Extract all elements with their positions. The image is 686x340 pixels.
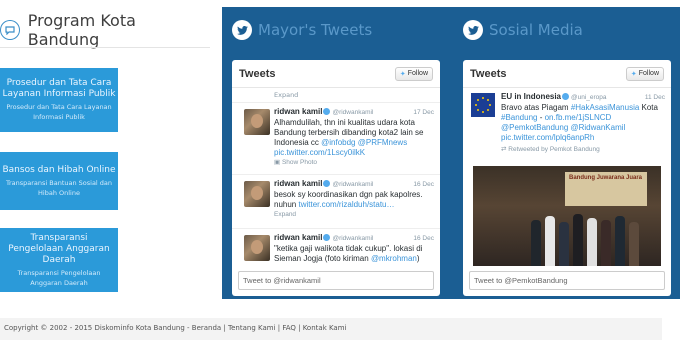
- program-box-bansos[interactable]: Bansos dan Hibah Online Transparansi Ban…: [0, 152, 118, 210]
- avatar[interactable]: [244, 181, 270, 207]
- eu-flag-avatar[interactable]: [471, 93, 495, 117]
- footer-text: Copyright © 2002 - 2015 Diskominfo Kota …: [4, 324, 347, 332]
- hashtag-link[interactable]: #HakAsasiManusia: [571, 103, 639, 112]
- avatar[interactable]: [244, 235, 270, 261]
- photo-icon: ▣: [274, 159, 282, 166]
- widget-title: Tweets: [470, 67, 507, 80]
- tweet-handle[interactable]: @ridwankamil: [332, 235, 373, 242]
- follow-button[interactable]: ✦ Follow: [625, 66, 664, 81]
- retweet-info: ⇄ Retweeted by Pemkot Bandung: [501, 146, 600, 153]
- tweet-compose-input[interactable]: Tweet to @PemkotBandung: [469, 271, 665, 290]
- tweet-text: Kota: [639, 103, 658, 112]
- hashtag-link[interactable]: #Bandung: [501, 113, 537, 122]
- tweet-timeline[interactable]: EU in Indonesia @uni_eropa 11 Dec Bravo a…: [463, 88, 671, 266]
- widget-title: Tweets: [239, 67, 276, 80]
- program-header: Program Kota Bandung: [0, 11, 210, 49]
- tweet-author[interactable]: ridwan kamil: [274, 179, 322, 188]
- verified-icon: [562, 93, 570, 101]
- twitter-icon: [463, 20, 483, 40]
- program-box-subtitle: Prosedur dan Tata Cara Layanan Informasi…: [6, 103, 112, 121]
- program-box-subtitle: Transparansi Pengelolaan Anggaran Daerah: [17, 268, 101, 287]
- program-title: Program Kota Bandung: [27, 11, 136, 49]
- tweet-link[interactable]: @mkrohman: [371, 254, 417, 263]
- tweet-author[interactable]: EU in Indonesia: [501, 92, 561, 101]
- tweet-photo[interactable]: Bandung Juwarana Juara: [473, 166, 661, 266]
- tweet-handle[interactable]: @uni_eropa: [571, 94, 607, 101]
- program-box-prosedur[interactable]: Prosedur dan Tata Cara Layanan Informasi…: [0, 68, 118, 132]
- social-panel: Mayor's Tweets Tweets ✦ Follow Expand ri…: [222, 7, 680, 299]
- photo-banner-text: Bandung Juwarana Juara: [569, 175, 643, 181]
- tweet-date[interactable]: 11 Dec: [645, 93, 665, 103]
- tweet[interactable]: ridwan kamil @ridwankamil 16 Dec "ketika …: [232, 229, 440, 266]
- verified-icon: [323, 108, 331, 116]
- program-box-subtitle: Transparansi Bantuan Sosial dan Hibah On…: [5, 178, 113, 197]
- tweet-handle[interactable]: @ridwankamil: [332, 181, 373, 188]
- program-divider: [0, 47, 210, 48]
- sosial-media-column: Sosial Media Tweets ✦ Follow EU in Indon…: [453, 7, 679, 299]
- widget-header: Tweets ✦ Follow: [463, 60, 671, 88]
- footer: Copyright © 2002 - 2015 Diskominfo Kota …: [0, 318, 662, 340]
- sosial-media-widget: Tweets ✦ Follow EU in Indonesia @uni_erop…: [463, 60, 671, 296]
- tweet[interactable]: ridwan kamil @ridwankamil 17 Dec Alhamdul…: [232, 103, 440, 175]
- expand-link[interactable]: Expand: [232, 88, 440, 103]
- tweet-text: Bravo atas Piagam: [501, 103, 571, 112]
- program-box-title: Prosedur dan Tata Cara Layanan Informasi…: [2, 78, 116, 99]
- widget-header: Tweets ✦ Follow: [232, 60, 440, 88]
- tweet-handle[interactable]: @ridwankamil: [332, 109, 373, 116]
- tweet-timeline[interactable]: Expand ridwan kamil @ridwankamil 17 Dec A…: [232, 88, 440, 266]
- tweet-date[interactable]: 16 Dec: [413, 234, 434, 244]
- mayor-tweets-header: Mayor's Tweets: [232, 17, 372, 43]
- tweet-text-end: ): [416, 254, 420, 263]
- show-photo-link[interactable]: ▣ Show Photo: [274, 158, 434, 168]
- page: Program Kota Bandung Prosedur dan Tata C…: [0, 0, 686, 340]
- tweet-date[interactable]: 17 Dec: [413, 108, 434, 118]
- program-box-anggaran[interactable]: Transparansi Pengelolaan Anggaran Daerah…: [0, 228, 118, 292]
- follow-button[interactable]: ✦ Follow: [394, 66, 433, 81]
- tweet-compose-input[interactable]: Tweet to @ridwankamil: [238, 271, 434, 290]
- tweet-link[interactable]: twitter.com/rizalduh/statu…: [298, 200, 394, 209]
- twitter-icon: [232, 20, 252, 40]
- tweet-author[interactable]: ridwan kamil: [274, 107, 322, 116]
- avatar[interactable]: [244, 109, 270, 135]
- sosial-media-header: Sosial Media: [463, 17, 583, 43]
- mayor-tweets-title: Mayor's Tweets: [258, 21, 373, 39]
- sosial-media-title: Sosial Media: [489, 21, 583, 39]
- comment-icon: [0, 20, 20, 40]
- tweet-text: -: [537, 113, 545, 122]
- mayor-tweets-column: Mayor's Tweets Tweets ✦ Follow Expand ri…: [222, 7, 448, 299]
- twitter-bird-icon: ✦: [630, 70, 637, 78]
- program-box-title: Bansos dan Hibah Online: [2, 164, 116, 175]
- follow-label: Follow: [638, 70, 659, 77]
- verified-icon: [323, 180, 331, 188]
- expand-link[interactable]: Expand: [274, 210, 434, 220]
- mayor-tweets-widget: Tweets ✦ Follow Expand ridwan kamil @ridw…: [232, 60, 440, 296]
- tweet-date[interactable]: 16 Dec: [413, 180, 434, 190]
- twitter-bird-icon: ✦: [399, 70, 406, 78]
- tweet-author[interactable]: ridwan kamil: [274, 233, 322, 242]
- tweet[interactable]: ridwan kamil @ridwankamil 16 Dec besok sy…: [232, 175, 440, 229]
- program-box-title: Transparansi Pengelolaan Anggaran Daerah: [8, 232, 110, 265]
- follow-label: Follow: [407, 70, 428, 77]
- verified-icon: [323, 234, 331, 242]
